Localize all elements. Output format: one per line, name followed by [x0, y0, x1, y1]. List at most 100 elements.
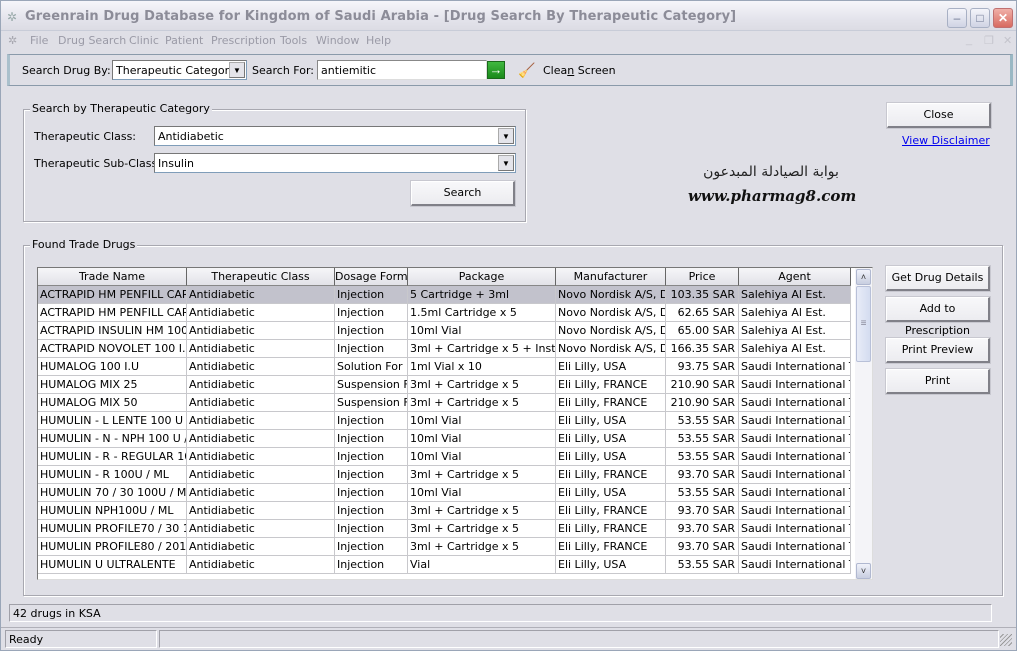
cell-manufacturer: Eli Lilly, USA [556, 484, 666, 502]
menu-help[interactable]: Help [366, 34, 391, 47]
therapeutic-class-value: Antidiabetic [158, 130, 224, 143]
table-row[interactable]: HUMULIN - R - REGULAR 10(Antidiabetic Inj… [38, 448, 851, 466]
menu-window[interactable]: Window [316, 34, 359, 47]
cell-dosage-form: Suspension Fo [335, 394, 408, 412]
cell-therapeutic-class: Antidiabetic [187, 520, 335, 538]
table-row[interactable]: HUMULIN - N - NPH 100 U / I Antidiabetic I… [38, 430, 851, 448]
table-row[interactable]: ACTRAPID NOVOLET 100 I.U Antidiabetic Inje… [38, 340, 851, 358]
table-row[interactable]: HUMULIN - L LENTE 100 U / Antidiabetic Inj… [38, 412, 851, 430]
table-row[interactable]: HUMALOG MIX 25AntidiabeticSuspension Fo3… [38, 376, 851, 394]
cell-agent: Saudi International Tra [739, 430, 851, 448]
table-row[interactable]: HUMULIN 70 / 30 100U / ML Antidiabetic Inj… [38, 484, 851, 502]
cell-manufacturer: Eli Lilly, FRANCE [556, 466, 666, 484]
cell-therapeutic-class: Antidiabetic [187, 376, 335, 394]
scroll-down-button[interactable]: ˅ [856, 563, 871, 579]
cell-trade-name: ACTRAPID NOVOLET 100 I.U [38, 340, 187, 358]
therapeutic-class-dropdown[interactable]: Antidiabetic ▼ [154, 126, 516, 146]
close-icon: ✕ [997, 11, 1009, 25]
chevron-down-icon[interactable]: ▼ [498, 128, 514, 144]
cell-package: 10ml Vial [408, 448, 556, 466]
scroll-up-button[interactable]: ˄ [856, 269, 871, 285]
get-drug-details-label: Get Drug Details [891, 271, 984, 284]
cell-therapeutic-class: Antidiabetic [187, 286, 335, 304]
table-row[interactable]: HUMULIN U ULTRALENTE Antidiabetic Injectio… [38, 556, 851, 574]
cell-price: 93.75 SAR [666, 358, 739, 376]
cell-trade-name: ACTRAPID HM PENFILL CAR [38, 304, 187, 322]
chevron-up-icon: ˄ [860, 272, 867, 282]
table-row[interactable]: HUMALOG MIX 50AntidiabeticSuspension Fo3… [38, 394, 851, 412]
print-preview-button[interactable]: Print Preview [885, 337, 991, 364]
scroll-thumb[interactable]: ≡ [856, 286, 871, 362]
close-button[interactable]: Close [886, 102, 992, 129]
cell-agent: Saudi International Tra [739, 556, 851, 574]
column-header-price[interactable]: Price [666, 268, 739, 286]
column-header-manufacturer[interactable]: Manufacturer [556, 268, 666, 286]
table-row[interactable]: HUMULIN PROFILE70 / 30 1(Antidiabetic Inj… [38, 520, 851, 538]
search-button[interactable]: Search [410, 180, 516, 207]
chevron-down-icon[interactable]: ▼ [498, 155, 514, 171]
menu-patient[interactable]: Patient [165, 34, 203, 47]
broom-icon[interactable]: 🧹 [517, 61, 537, 79]
get-drug-details-button[interactable]: Get Drug Details [885, 265, 991, 292]
table-row[interactable]: HUMULIN - R 100U / ML Antidiabetic Injecti… [38, 466, 851, 484]
menu-clinic[interactable]: Clinic [129, 34, 159, 47]
title-bar[interactable]: ✲ Greenrain Drug Database for Kingdom of… [1, 1, 1016, 31]
status-pane-main: Ready [5, 630, 157, 648]
cell-therapeutic-class: Antidiabetic [187, 394, 335, 412]
cell-price: 62.65 SAR [666, 304, 739, 322]
clean-screen-label-part: Screen [574, 64, 616, 77]
print-button[interactable]: Print [885, 368, 991, 395]
cell-agent: Saudi International Tra [739, 502, 851, 520]
column-header-package[interactable]: Package [408, 268, 556, 286]
mdi-minimize-icon[interactable]: _ [966, 34, 972, 46]
menu-prescription[interactable]: Prescription [211, 34, 276, 47]
cell-trade-name: HUMALOG MIX 25 [38, 376, 187, 394]
column-header-agent[interactable]: Agent [739, 268, 851, 286]
table-row[interactable]: HUMULIN NPH100U / ML Antidiabetic Injectio… [38, 502, 851, 520]
cell-price: 210.90 SAR [666, 394, 739, 412]
column-header-dosage-form[interactable]: Dosage Form [335, 268, 408, 286]
cell-package: 3ml + Cartridge x 5 + Instrumen [408, 340, 556, 358]
arrow-right-icon: → [489, 62, 503, 77]
table-row[interactable]: ACTRAPID INSULIN HM 100 Antidiabetic Injec… [38, 322, 851, 340]
cell-agent: Saudi International Tra [739, 484, 851, 502]
menu-drug-search[interactable]: Drug Search [58, 34, 126, 47]
search-by-dropdown[interactable]: Therapeutic Category ▼ [112, 60, 247, 80]
maximize-button[interactable]: □ [970, 8, 990, 28]
view-disclaimer-link[interactable]: View Disclaimer [902, 134, 990, 147]
menu-bar: ✲ File Drug Search Clinic Patient Prescr… [1, 31, 1016, 51]
clean-screen-button[interactable]: Clean Screen [543, 64, 616, 77]
menu-tools[interactable]: Tools [280, 34, 307, 47]
minimize-button[interactable]: – [947, 8, 967, 28]
cell-dosage-form: Solution For Inj [335, 358, 408, 376]
cell-agent: Saudi International Tra [739, 358, 851, 376]
cell-manufacturer: Eli Lilly, FRANCE [556, 502, 666, 520]
menu-file[interactable]: File [30, 34, 48, 47]
column-header-therapeutic-class[interactable]: Therapeutic Class [187, 268, 335, 286]
table-row[interactable]: HUMULIN PROFILE80 / 2010 Antidiabetic Inje… [38, 538, 851, 556]
mdi-restore-icon[interactable]: ❐ [984, 34, 994, 47]
chevron-down-icon[interactable]: ▼ [229, 62, 245, 78]
table-row[interactable]: HUMALOG 100 I.U Antidiabetic Solution For … [38, 358, 851, 376]
table-row[interactable]: ACTRAPID HM PENFILL CAR Antidiabetic Injec… [38, 286, 851, 304]
column-header-trade-name[interactable]: Trade Name [38, 268, 187, 286]
mdi-close-icon[interactable]: ✕ [1003, 34, 1012, 47]
therapeutic-subclass-dropdown[interactable]: Insulin ▼ [154, 153, 516, 173]
cell-agent: Salehiya Al Est. [739, 340, 851, 358]
add-to-prescription-button[interactable]: Add to Prescription [885, 296, 991, 337]
cell-therapeutic-class: Antidiabetic [187, 502, 335, 520]
cell-trade-name: HUMULIN - N - NPH 100 U / I [38, 430, 187, 448]
close-window-button[interactable]: ✕ [993, 8, 1013, 28]
search-for-input[interactable]: antiemitic [317, 60, 487, 80]
mdi-child-icon[interactable]: ✲ [8, 34, 24, 48]
go-button[interactable]: → [487, 61, 505, 79]
vertical-scrollbar[interactable]: ˄ ≡ ˅ [855, 268, 872, 579]
therapeutic-class-label: Therapeutic Class: [34, 130, 137, 143]
table-row[interactable]: ACTRAPID HM PENFILL CAR Antidiabetic Injec… [38, 304, 851, 322]
cell-agent: Salehiya Al Est. [739, 304, 851, 322]
resize-grip-icon[interactable] [1000, 634, 1012, 646]
cell-package: Vial [408, 556, 556, 574]
cell-agent: Saudi International Tra [739, 538, 851, 556]
cell-manufacturer: Eli Lilly, USA [556, 448, 666, 466]
status-pane-secondary [159, 630, 999, 648]
